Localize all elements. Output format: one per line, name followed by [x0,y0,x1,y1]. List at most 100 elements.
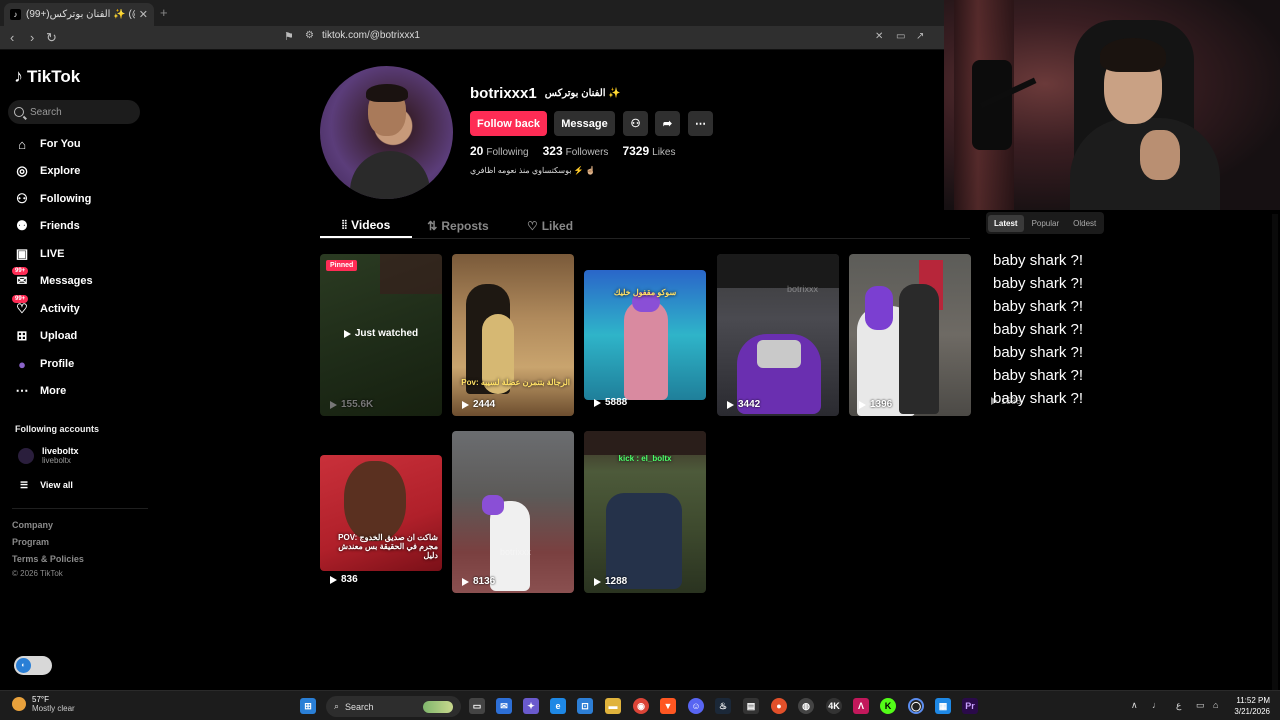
chrome-icon[interactable]: ◉ [633,698,649,714]
views-count: 5888 [605,397,628,408]
video-card[interactable]: botrixxx 8136 [452,431,574,593]
bookmark-icon[interactable]: ⚑ [284,30,294,43]
weather-widget[interactable]: 57°F Mostly clear [12,695,75,713]
nav-friends[interactable]: ⚉ Friends [14,217,80,235]
app-icon[interactable]: ◯ [908,698,924,714]
more-options-icon[interactable]: ⋯ [688,111,713,136]
forward-icon[interactable]: › [30,30,34,45]
back-icon[interactable]: ‹ [10,30,14,45]
video-card[interactable]: سوكو مقفول خليك [584,270,706,400]
tab-liked[interactable]: ♡ Liked [504,214,596,238]
screen-icon[interactable]: ▭ [896,31,905,42]
repost-icon: ⇅ [427,219,438,233]
just-watched-label: Just watched [354,328,419,339]
nav-explore[interactable]: ◎ Explore [14,162,80,180]
message-button[interactable]: Message [554,111,615,136]
app-icon[interactable]: ● [771,698,787,714]
video-card[interactable]: kick : el_boltx 1288 [584,431,706,593]
steam-icon[interactable]: ♨ [715,698,731,714]
follow-back-button[interactable]: Follow back [470,111,547,136]
profile-stats: 20 Following 323 Followers 7329 Likes [470,144,676,158]
nav-upload[interactable]: ⊞ Upload [14,327,78,345]
taskbar-search[interactable]: ⌕ Search [326,696,461,717]
more-icon: ⋯ [15,383,29,398]
premiere-icon[interactable]: Pr [962,698,978,714]
nav-activity[interactable]: ♡ 99+ Activity [12,295,80,318]
sort-popular[interactable]: Popular [1026,215,1066,232]
following-account[interactable]: liveboltx liveboltx [18,446,79,465]
brave-icon[interactable]: ▼ [660,698,676,714]
discord-icon[interactable]: ☺ [688,698,704,714]
outlook-icon[interactable]: ✉ [496,698,512,714]
video-card[interactable]: POV: شاكت ان صديق الخدوج مجرم في الحقيقة… [320,455,442,571]
obs-icon[interactable]: ◍ [798,698,814,714]
app-icon[interactable]: ▤ [743,698,759,714]
theme-toggle[interactable]: ◐ [14,656,52,675]
sort-oldest[interactable]: Oldest [1067,215,1102,232]
new-tab-button[interactable]: + [160,5,168,20]
video-card[interactable]: Pinned Just watched 155.6K [320,254,442,416]
nav-messages[interactable]: ✉ 99+ Messages [12,267,93,290]
tab-close-icon[interactable]: ✕ [139,8,148,21]
store-icon[interactable]: ⊡ [577,698,593,714]
video-caption: kick : el_boltx [618,454,672,463]
weather-desc: Mostly clear [32,704,75,713]
stat-followers[interactable]: 323 Followers [543,144,609,158]
nav-more[interactable]: ⋯ More [14,382,67,400]
mic-icon[interactable]: ♩ [1152,700,1161,710]
mute-icon[interactable]: ✕ [875,31,883,42]
clock-date: 3/21/2026 [1234,707,1270,716]
profile-avatar[interactable] [320,66,453,199]
video-thumb-figure [899,284,939,414]
system-clock[interactable]: 11:52 PM 3/21/2026 [1228,695,1270,717]
site-settings-icon[interactable]: ⚙ [305,30,314,41]
url-field[interactable]: ⚙ tiktok.com/@botrixxx1 [305,30,420,41]
play-icon [343,329,351,338]
add-friend-icon[interactable]: ⚇ [623,111,648,136]
4k-icon[interactable]: 4K [826,698,842,714]
sort-control: Latest Popular Oldest [986,212,1105,234]
video-card[interactable]: botrixxx 3442 [717,254,839,416]
scrollbar[interactable] [1272,214,1278,694]
task-view-icon[interactable]: ▭ [469,698,485,714]
reload-icon[interactable]: ↻ [46,30,57,46]
start-icon[interactable]: ⊞ [300,698,316,714]
watermark: botrixxx [500,547,532,557]
share-page-icon[interactable]: ↗ [916,31,924,42]
language-indicator[interactable]: ع [1176,700,1181,711]
views-count: 836 [341,574,358,585]
likes-count: 7329 [622,144,650,158]
tiktok-favicon-icon: ♪ [10,9,21,20]
nav-live[interactable]: ▣ LIVE [14,245,65,263]
search-input[interactable]: Search [8,100,140,124]
nav-profile[interactable]: ● Profile [14,355,74,373]
nav-for-you[interactable]: ⌂ For You [14,135,80,153]
video-card[interactable]: Pov: الرجالة بتتمرن عضلة لسيبه 2444 [452,254,574,416]
footer-link-company[interactable]: Company [12,520,53,530]
sort-latest[interactable]: Latest [988,214,1024,232]
view-all-button[interactable]: ☰ View all [20,480,73,491]
kick-icon[interactable]: K [880,698,896,714]
grid-icon: ⦙⦙ [341,217,348,232]
video-card[interactable]: 1396 [849,254,971,416]
tab-videos[interactable]: ⦙⦙ Videos [320,214,412,238]
edge-icon[interactable]: e [550,698,566,714]
tab-reposts[interactable]: ⇅ Reposts [412,214,504,238]
views-count: 2444 [473,399,496,410]
network-icon[interactable]: ⌂ [1213,700,1218,710]
copilot-icon[interactable]: ✦ [523,698,539,714]
explorer-icon[interactable]: ▬ [605,698,621,714]
app-icon[interactable]: ▦ [935,698,951,714]
tiktok-logo[interactable]: ♪ TikTok [14,66,80,87]
tray-chevron-icon[interactable]: ∧ [1131,700,1138,711]
nav-label: Explore [40,165,81,177]
tab-label: Videos [351,218,391,232]
share-icon[interactable]: ➦ [655,111,680,136]
nav-following[interactable]: ⚇ Following [14,190,91,208]
footer-link-terms[interactable]: Terms & Policies [12,554,84,564]
display-icon[interactable]: ▭ [1196,700,1205,711]
stat-following[interactable]: 20 Following [470,144,529,158]
footer-link-program[interactable]: Program [12,537,49,547]
browser-tab[interactable]: ♪ (99+)الفنان بوتركس ✨ (@botrixxx1 ✕ [4,3,154,26]
app-icon[interactable]: Λ [853,698,869,714]
